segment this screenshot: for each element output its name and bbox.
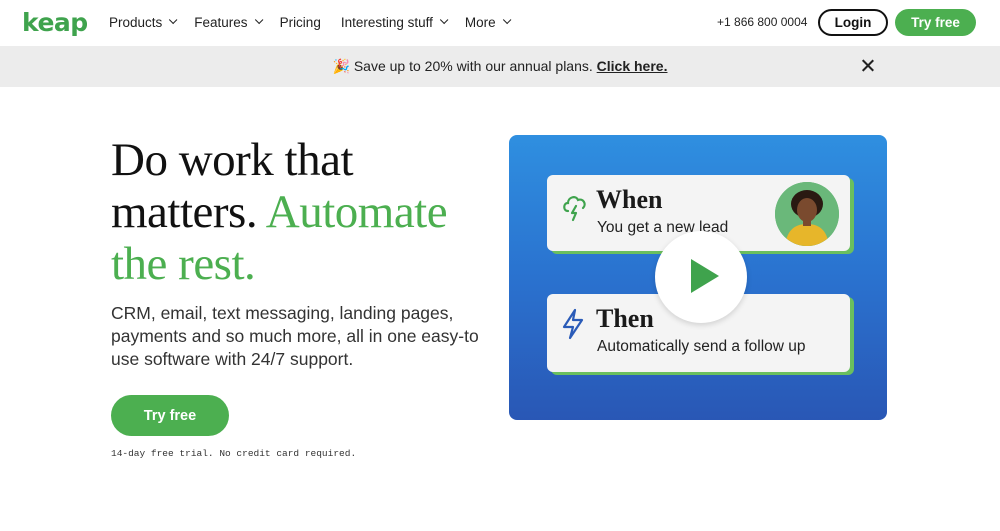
hero-title: Do work that matters. Automate the rest.	[111, 134, 501, 290]
nav-pricing-label: Pricing	[279, 14, 321, 30]
then-title: Then	[596, 304, 654, 333]
chevron-down-icon	[169, 15, 178, 25]
chevron-down-icon	[502, 15, 512, 25]
play-button[interactable]	[655, 231, 747, 323]
hero-subtitle: CRM, email, text messaging, landing page…	[111, 303, 479, 369]
nav-products-label: Products	[109, 14, 163, 30]
nav-more[interactable]: More	[464, 14, 512, 30]
nav-features-label: Features	[194, 14, 248, 30]
banner-link[interactable]: Click here.	[597, 58, 668, 74]
promo-banner: 🎉 Save up to 20% with our annual plans. …	[0, 46, 1000, 87]
try-free-hero-button[interactable]: Try free	[111, 395, 229, 436]
person-avatar-icon	[775, 182, 839, 246]
play-icon	[691, 259, 719, 293]
nav-links: Products Features Pricing Interesting st…	[109, 0, 528, 44]
nav-interesting-stuff-label: Interesting stuff	[340, 14, 433, 30]
nav-pricing[interactable]: Pricing	[280, 15, 321, 30]
cloud-lightning-icon	[563, 196, 586, 222]
try-free-nav-button[interactable]: Try free	[895, 9, 976, 36]
chevron-down-icon	[439, 15, 449, 25]
party-icon: 🎉	[332, 58, 350, 74]
video-player[interactable]: When You get a new lead Then Automatical…	[509, 135, 887, 420]
avatar	[775, 182, 839, 246]
then-description: Automatically send a follow up	[597, 338, 806, 355]
phone-number[interactable]: +1 866 800 0004	[717, 15, 807, 29]
banner-text: 🎉 Save up to 20% with our annual plans. …	[0, 58, 1000, 75]
when-title: When	[596, 185, 663, 214]
login-button[interactable]: Login	[818, 9, 888, 36]
nav-more-label: More	[464, 14, 496, 30]
trial-note: 14-day free trial. No credit card requir…	[111, 448, 357, 459]
nav-interesting-stuff[interactable]: Interesting stuff	[340, 14, 449, 30]
nav-features[interactable]: Features	[194, 14, 263, 30]
lightning-icon	[562, 308, 584, 340]
top-nav: keap Products Features Pricing Interesti…	[0, 0, 1000, 46]
close-icon[interactable]	[860, 58, 876, 74]
keap-logo[interactable]: keap	[22, 8, 88, 37]
chevron-down-icon	[254, 15, 263, 25]
nav-products[interactable]: Products	[109, 14, 178, 30]
banner-message: Save up to 20% with our annual plans.	[353, 58, 593, 74]
